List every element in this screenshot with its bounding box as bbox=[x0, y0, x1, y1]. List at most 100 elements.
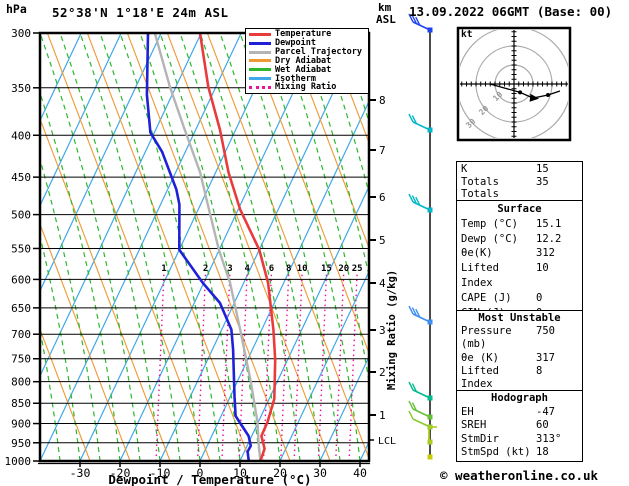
stats-row: Temp (°C) 15.1 bbox=[461, 217, 578, 232]
stats-value: 317 bbox=[536, 351, 555, 364]
stats-value: 15 bbox=[536, 163, 549, 175]
mixing-ratio-label: 10 bbox=[297, 264, 308, 274]
wet-adiabat-line bbox=[119, 33, 221, 461]
stats-row: SREH 60 bbox=[461, 419, 578, 433]
pressure-tick-label: 450 bbox=[11, 171, 31, 184]
wet-adiabat-line bbox=[79, 33, 181, 461]
pressure-tick-label: 350 bbox=[11, 82, 31, 95]
wind-barb bbox=[408, 381, 433, 401]
mixing-ratio-line bbox=[155, 271, 165, 461]
stats-label: StmSpd (kt) bbox=[461, 446, 531, 459]
stats-label: EH bbox=[461, 405, 474, 418]
station-title: 52°38'N 1°18'E 24m ASL bbox=[52, 5, 229, 20]
stats-value: -47 bbox=[536, 405, 555, 418]
wind-barb bbox=[427, 454, 433, 460]
altitude-tick-label: 2 bbox=[379, 366, 386, 379]
plot-border bbox=[38, 31, 371, 463]
legend-swatch bbox=[249, 85, 271, 89]
isotherm-line bbox=[199, 100, 369, 461]
pressure-tick-label: 1000 bbox=[5, 455, 32, 468]
altitude-tick-label: 5 bbox=[379, 234, 386, 247]
pressure-tick-label: 650 bbox=[11, 302, 31, 315]
stats-value: 8 bbox=[536, 364, 543, 377]
legend-item: Mixing Ratio bbox=[249, 83, 365, 92]
legend-swatch bbox=[249, 41, 271, 45]
legend-swatch bbox=[249, 50, 271, 54]
wind-barb bbox=[408, 193, 433, 213]
dry-adiabat-line bbox=[40, 117, 171, 461]
stats-label: StmDir bbox=[461, 432, 499, 445]
mixing-ratio-axis-title: Mixing Ratio (g/kg) bbox=[386, 269, 398, 390]
legend-label: Wet Adiabat bbox=[275, 64, 332, 75]
stats-row: θe (K) 317 bbox=[461, 352, 578, 365]
stats-header: Surface bbox=[497, 203, 542, 215]
stats-box: Surface Temp (°C) 15.1 Dewp (°C) 12.2 θe(K) 31… bbox=[456, 200, 583, 323]
sounding-chart: 1 2 3 4 6 8 10 15 20 25 300 350 400 450 500 550 600 650 70… bbox=[0, 0, 629, 486]
pressure-tick-label: 300 bbox=[11, 27, 31, 40]
pressure-tick-label: 750 bbox=[11, 353, 31, 366]
stats-value: 12.2 bbox=[536, 232, 562, 245]
datetime-title: 13.09.2022 06GMT (Base: 00) bbox=[409, 4, 613, 19]
isotherm-line bbox=[239, 185, 369, 461]
stats-label: Totals Totals bbox=[461, 175, 499, 201]
legend-item: Dry Adiabat bbox=[249, 57, 365, 65]
stats-value: 18 bbox=[536, 446, 549, 459]
legend: Temperature Dewpoint Parcel Trajectory Dry … bbox=[245, 28, 369, 94]
wind-barb bbox=[408, 305, 433, 325]
legend-swatch bbox=[249, 32, 271, 36]
stats-row: Lifted Index 8 bbox=[461, 365, 578, 391]
stats-row: Dewp (°C) 12.2 bbox=[461, 232, 578, 247]
stats-label: SREH bbox=[461, 419, 487, 432]
stats-row: K 15 bbox=[461, 163, 578, 176]
wet-adiabat-line bbox=[40, 33, 141, 461]
mixing-ratio-label: 2 bbox=[203, 264, 208, 274]
hodograph-unit-label: kt bbox=[461, 29, 473, 40]
altitude-tick-label: 1 bbox=[379, 409, 386, 422]
mixing-ratio-label: 8 bbox=[286, 264, 291, 274]
stats-box: Hodograph EH -47 SREH 60 StmDir 313° StmSpd (kt… bbox=[456, 390, 583, 462]
stats-row: Pressure (mb) 750 bbox=[461, 325, 578, 351]
mixing-ratio-label: 15 bbox=[321, 264, 332, 274]
stats-label: Lifted Index bbox=[461, 262, 499, 289]
pressure-tick-label: 800 bbox=[11, 376, 31, 389]
stats-value: 312 bbox=[536, 247, 555, 260]
stats-label: CAPE (J) bbox=[461, 291, 512, 304]
stats-value: 35 bbox=[536, 175, 549, 188]
stats-label: Temp (°C) bbox=[461, 217, 518, 230]
stats-value: 15.1 bbox=[536, 217, 562, 230]
legend-swatch bbox=[249, 59, 271, 63]
stats-header: Hodograph bbox=[491, 392, 548, 404]
altitude-tick-label: 6 bbox=[379, 191, 386, 204]
legend-swatch bbox=[249, 77, 271, 81]
stats-label: θe(K) bbox=[461, 247, 493, 260]
mixing-ratio-line bbox=[293, 271, 303, 461]
stats-row: EH -47 bbox=[461, 406, 578, 420]
stats-label: Dewp (°C) bbox=[461, 232, 518, 245]
mixing-ratio-line bbox=[221, 271, 231, 461]
stats-label: Pressure (mb) bbox=[461, 325, 512, 351]
stats-value: 10 bbox=[536, 262, 549, 275]
stats-value: 750 bbox=[536, 325, 555, 338]
hodograph-dot bbox=[518, 90, 523, 95]
stats-header: Most Unstable bbox=[478, 312, 561, 324]
mixing-ratio-label: 25 bbox=[352, 264, 363, 274]
wet-adiabat-line bbox=[279, 33, 369, 386]
legend-swatch bbox=[249, 68, 271, 72]
mixing-ratio-label: 6 bbox=[269, 264, 274, 274]
legend-item: Wet Adiabat bbox=[249, 66, 365, 74]
pressure-axis-unit: hPa bbox=[6, 2, 27, 16]
altitude-tick-label: 7 bbox=[379, 144, 386, 157]
stats-value: 60 bbox=[536, 419, 549, 432]
stats-row: Totals Totals 35 bbox=[461, 176, 578, 201]
mixing-ratio-label: 20 bbox=[338, 264, 349, 274]
stats-label: K bbox=[461, 163, 468, 175]
stats-value: 0 bbox=[536, 291, 543, 304]
wet-adiabat-line bbox=[359, 33, 369, 62]
stats-row: StmDir 313° bbox=[461, 433, 578, 447]
stats-row: CAPE (J) 0 bbox=[461, 291, 578, 306]
stats-row: Lifted Index 10 bbox=[461, 261, 578, 291]
altitude-tick-label: 4 bbox=[379, 277, 386, 290]
stats-row: θe(K) 312 bbox=[461, 246, 578, 261]
stats-value: 313° bbox=[536, 432, 562, 445]
altitude-tick-label: 8 bbox=[379, 94, 386, 107]
